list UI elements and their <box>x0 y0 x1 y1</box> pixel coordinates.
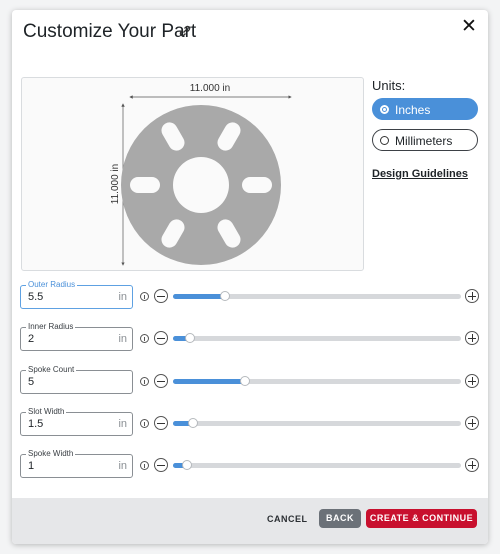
units-millimeters-label: Millimeters <box>395 134 453 148</box>
link-icon[interactable] <box>178 24 192 38</box>
slider-thumb[interactable] <box>240 376 250 386</box>
close-button[interactable]: ✕ <box>458 16 480 38</box>
units-millimeters-radio[interactable]: Millimeters <box>372 129 478 151</box>
field-value: 5.5 <box>28 291 44 303</box>
slider-fill <box>173 294 225 299</box>
info-icon[interactable] <box>140 419 149 428</box>
spoke-count-field[interactable]: Spoke Count 5 <box>20 365 133 394</box>
param-row-inner-radius: Inner Radius 2 in <box>20 322 480 353</box>
field-unit: in <box>118 460 127 472</box>
slider-thumb[interactable] <box>219 291 230 301</box>
part-preview: 11.000 in 11.000 in <box>21 77 364 271</box>
decrease-button[interactable] <box>154 458 168 472</box>
part-drawing: 11.000 in 11.000 in <box>110 83 292 266</box>
slider-thumb[interactable] <box>188 418 199 428</box>
dialog-title: Customize Your Part <box>23 21 197 42</box>
slider-thumb[interactable] <box>182 460 193 470</box>
field-label: Slot Width <box>26 407 67 417</box>
field-value: 1.5 <box>28 418 44 430</box>
increase-button[interactable] <box>465 416 479 430</box>
units-inches-radio[interactable]: Inches <box>372 98 478 120</box>
field-value: 1 <box>28 460 35 472</box>
slot-width-field[interactable]: Slot Width 1.5 in <box>20 407 133 436</box>
slider-thumb[interactable] <box>185 333 196 343</box>
radio-unselected-icon <box>380 136 389 145</box>
decrease-button[interactable] <box>154 416 168 430</box>
height-dimension-label: 11.000 in <box>110 164 121 204</box>
info-icon[interactable] <box>140 377 149 386</box>
decrease-button[interactable] <box>154 374 168 388</box>
dialog-footer: CANCEL BACK CREATE & CONTINUE <box>12 498 488 544</box>
param-row-outer-radius: Outer Radius 5.5 in <box>20 280 480 311</box>
width-dimension-label: 11.000 in <box>190 83 230 94</box>
back-button[interactable]: BACK <box>319 509 361 528</box>
info-icon[interactable] <box>140 461 149 470</box>
field-value: 2 <box>28 333 35 345</box>
field-label: Inner Radius <box>26 322 76 332</box>
increase-button[interactable] <box>465 458 479 472</box>
create-continue-button[interactable]: CREATE & CONTINUE <box>366 509 477 528</box>
param-row-spoke-count: Spoke Count 5 <box>20 365 480 396</box>
increase-button[interactable] <box>465 289 479 303</box>
field-unit: in <box>118 418 127 430</box>
inner-radius-field[interactable]: Inner Radius 2 in <box>20 322 133 351</box>
decrease-button[interactable] <box>154 289 168 303</box>
spoke-count-slider[interactable] <box>173 376 461 386</box>
field-label: Outer Radius <box>26 280 78 290</box>
field-unit: in <box>118 291 127 303</box>
cancel-button[interactable]: CANCEL <box>267 514 308 524</box>
slot-width-slider[interactable] <box>173 418 461 428</box>
wheel-part <box>120 104 282 266</box>
wheel-slot <box>130 177 160 193</box>
field-label: Spoke Width <box>26 449 76 459</box>
inner-radius-slider[interactable] <box>173 333 461 343</box>
radio-selected-icon <box>380 105 389 114</box>
info-icon[interactable] <box>140 292 149 301</box>
info-icon[interactable] <box>140 334 149 343</box>
increase-button[interactable] <box>465 374 479 388</box>
spoke-width-slider[interactable] <box>173 460 461 470</box>
outer-radius-slider[interactable] <box>173 291 461 301</box>
field-value: 5 <box>28 376 35 388</box>
field-label: Spoke Count <box>26 365 77 375</box>
param-row-spoke-width: Spoke Width 1 in <box>20 449 480 480</box>
param-row-slot-width: Slot Width 1.5 in <box>20 407 480 438</box>
outer-radius-field[interactable]: Outer Radius 5.5 in <box>20 280 133 309</box>
slider-fill <box>173 379 245 384</box>
design-guidelines-link[interactable]: Design Guidelines <box>372 168 468 180</box>
field-unit: in <box>118 333 127 345</box>
units-inches-label: Inches <box>395 103 431 117</box>
spoke-width-field[interactable]: Spoke Width 1 in <box>20 449 133 478</box>
increase-button[interactable] <box>465 331 479 345</box>
units-label: Units: <box>372 78 406 93</box>
customize-part-dialog: Customize Your Part ✕ 11.000 in 11.000 i… <box>12 10 488 544</box>
wheel-slot <box>242 177 272 193</box>
decrease-button[interactable] <box>154 331 168 345</box>
